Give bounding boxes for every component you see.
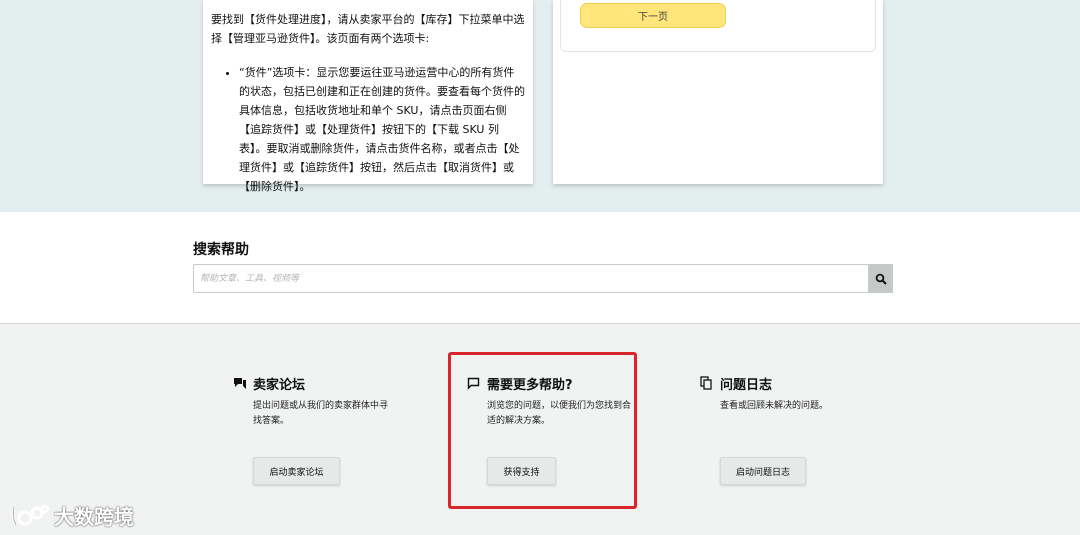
instructions-card: 要找到【货件处理进度】，请从卖家平台的【库存】下拉菜单中选择【管理亚马逊货件】。… [203,0,533,193]
forum-icon [233,376,247,390]
launch-forum-button[interactable]: 启动卖家论坛 [253,457,340,485]
instructions-list: “货件”选项卡：显示您要运往亚马逊运营中心的所有货件的状态，包括已创建和正在创建… [211,63,525,196]
navigation-card: 下一页 [553,0,883,184]
issue-log-card: 问题日志 查看或回顾未解决的问题。 [700,373,880,414]
copy-log-icon [700,376,714,390]
search-input[interactable] [193,264,869,293]
search-title: 搜索帮助 [193,242,249,258]
search-help-section: 搜索帮助 [0,212,1080,323]
launch-issue-log-button[interactable]: 启动问题日志 [720,457,806,485]
nav-box: 下一页 [560,0,876,52]
search-icon [875,273,887,285]
next-page-button[interactable]: 下一页 [580,3,726,28]
instructions-intro: 要找到【货件处理进度】，请从卖家平台的【库存】下拉菜单中选择【管理亚马逊货件】。… [211,13,525,45]
instructions-bullet: “货件”选项卡：显示您要运往亚马逊运营中心的所有货件的状态，包括已创建和正在创建… [239,63,525,196]
issue-log-title: 问题日志 [720,377,773,393]
top-section: 要找到【货件处理进度】，请从卖家平台的【库存】下拉菜单中选择【管理亚马逊货件】。… [0,0,1080,212]
watermark: 大数跨境 [10,501,134,530]
watermark-logo-icon [11,504,50,526]
watermark-text: 大数跨境 [54,505,134,529]
search-button[interactable] [869,264,893,293]
seller-forum-card: 卖家论坛 提出问题或从我们的卖家群体中寻找答案。 [233,373,413,429]
seller-forum-title: 卖家论坛 [253,377,306,393]
highlight-annotation [448,352,637,509]
seller-forum-desc: 提出问题或从我们的卖家群体中寻找答案。 [253,401,389,426]
issue-log-desc: 查看或回顾未解决的问题。 [720,401,829,411]
